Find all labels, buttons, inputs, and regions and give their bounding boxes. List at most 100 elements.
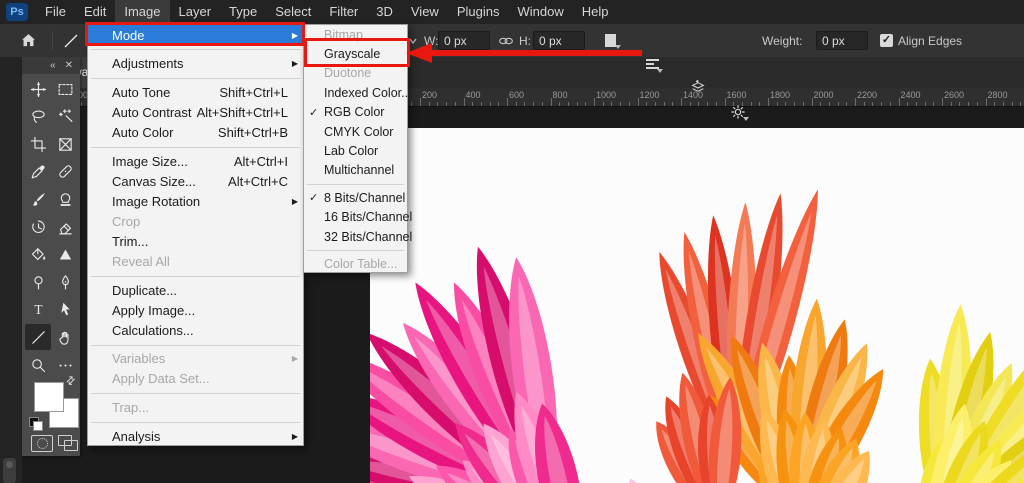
active-tool-button[interactable] — [62, 24, 80, 57]
options-separator — [52, 31, 53, 50]
shape-tool[interactable] — [52, 242, 78, 268]
line-tool[interactable] — [25, 324, 51, 350]
image-menu-item-label: Apply Image... — [112, 303, 195, 318]
menubar-item-layer[interactable]: Layer — [170, 0, 221, 24]
annotation-box-grayscale — [304, 38, 410, 67]
menubar-item-window[interactable]: Window — [508, 0, 572, 24]
menubar-item-view[interactable]: View — [402, 0, 448, 24]
mode-submenu-item-rgb-color[interactable]: ✓RGB Color — [304, 103, 407, 122]
move-tool[interactable] — [25, 76, 51, 102]
lasso-tool[interactable] — [25, 104, 51, 130]
image-menu-item-auto-tone[interactable]: Auto ToneShift+Ctrl+L — [88, 83, 303, 103]
path-selection-tool[interactable] — [52, 297, 78, 323]
image-menu-item-trim[interactable]: Trim... — [88, 231, 303, 251]
image-menu-item-apply-data-set: Apply Data Set... — [88, 369, 303, 389]
photoshop-logo: Ps — [6, 3, 28, 21]
mode-submenu-item-16-bits-channel[interactable]: 16 Bits/Channel — [304, 208, 407, 227]
path-arrangement-button[interactable] — [686, 76, 710, 100]
image-menu-separator — [88, 143, 303, 152]
eraser-tool[interactable] — [52, 214, 78, 240]
quick-mask-button[interactable] — [31, 435, 53, 452]
shortcut-label: Shift+Ctrl+B — [218, 125, 298, 140]
healing-brush-tool[interactable] — [52, 159, 78, 185]
image-menu-item-apply-image[interactable]: Apply Image... — [88, 300, 303, 320]
dodge-tool[interactable] — [25, 269, 51, 295]
magic-wand-tool[interactable] — [52, 104, 78, 130]
image-menu-item-adjustments[interactable]: Adjustments ▶ — [88, 54, 303, 74]
chain-link-icon — [498, 33, 514, 49]
submenu-arrow-icon: ▶ — [289, 432, 298, 441]
image-menu-item-label: Auto Color — [112, 125, 173, 140]
default-colors-icon[interactable] — [29, 417, 43, 431]
menubar-item-filter[interactable]: Filter — [320, 0, 367, 24]
marquee-tool[interactable] — [52, 76, 78, 102]
menubar-item-select[interactable]: Select — [266, 0, 320, 24]
mode-submenu-item-32-bits-channel[interactable]: 32 Bits/Channel — [304, 227, 407, 246]
weight-label: Weight: — [762, 24, 802, 57]
image-menu-item-label: Canvas Size... — [112, 174, 196, 189]
mode-submenu-item-lab-color[interactable]: Lab Color — [304, 141, 407, 160]
foreground-color-swatch[interactable] — [34, 382, 64, 412]
type-tool[interactable]: T — [25, 297, 51, 323]
menubar-item-image[interactable]: Image — [115, 0, 169, 24]
mode-submenu-item-label: CMYK Color — [324, 125, 393, 139]
pen-tool[interactable] — [52, 269, 78, 295]
image-menu-separator — [88, 45, 303, 54]
move-tool-icon — [30, 81, 47, 98]
image-menu-item-duplicate[interactable]: Duplicate... — [88, 280, 303, 300]
stroke-options-button[interactable] — [598, 28, 622, 52]
crop-tool[interactable] — [25, 131, 51, 157]
submenu-arrow-icon: ▶ — [289, 354, 298, 363]
history-brush-tool[interactable] — [25, 214, 51, 240]
eyedropper-tool-icon — [30, 163, 47, 180]
layers-plus-icon — [690, 80, 706, 96]
width-input[interactable]: 0 px — [438, 31, 490, 50]
zoom-tool[interactable] — [25, 352, 51, 378]
image-menu-item-canvas-size[interactable]: Canvas Size...Alt+Ctrl+C — [88, 171, 303, 191]
image-menu-item-image-size[interactable]: Image Size...Alt+Ctrl+I — [88, 151, 303, 171]
edit-toolbar[interactable] — [52, 352, 78, 378]
menubar-item-plugins[interactable]: Plugins — [448, 0, 509, 24]
close-panel-icon[interactable]: ✕ — [65, 60, 73, 71]
mode-submenu-item-indexed-color[interactable]: Indexed Color... — [304, 83, 407, 102]
shape-settings-button[interactable] — [726, 100, 750, 124]
home-button[interactable] — [20, 24, 37, 57]
eyedropper-tool[interactable] — [25, 159, 51, 185]
mode-submenu-item-label: Multichannel — [324, 163, 394, 177]
image-menu-item-crop: Crop — [88, 211, 303, 231]
mode-submenu-item-cmyk-color[interactable]: CMYK Color — [304, 122, 407, 141]
submenu-arrow-icon: ▶ — [289, 59, 298, 68]
menubar-item-help[interactable]: Help — [573, 0, 618, 24]
image-menu-item-auto-contrast[interactable]: Auto ContrastAlt+Shift+Ctrl+L — [88, 103, 303, 123]
canvas — [370, 128, 1024, 483]
image-menu-item-image-rotation[interactable]: Image Rotation▶ — [88, 191, 303, 211]
paint-bucket-tool[interactable] — [25, 242, 51, 268]
screen-mode-button[interactable] — [58, 435, 78, 450]
image-menu-item-analysis[interactable]: Analysis▶ — [88, 427, 303, 447]
mode-submenu-item-multichannel[interactable]: Multichannel — [304, 161, 407, 180]
hand-tool[interactable] — [52, 324, 78, 350]
weight-input[interactable]: 0 px — [816, 31, 868, 50]
path-alignment-button[interactable] — [640, 52, 664, 76]
brush-tool[interactable] — [25, 186, 51, 212]
menubar-item-file[interactable]: File — [36, 0, 75, 24]
dock-handle[interactable] — [3, 458, 16, 483]
menubar-item-edit[interactable]: Edit — [75, 0, 115, 24]
align-edges-checkbox[interactable]: ✓ — [880, 24, 893, 57]
image-menu-item-auto-color[interactable]: Auto Color Shift+Ctrl+B — [88, 123, 303, 143]
image-menu-item-label: Crop — [112, 214, 140, 229]
frame-tool[interactable] — [52, 131, 78, 157]
type-tool-icon: T — [30, 301, 47, 318]
menubar-item-type[interactable]: Type — [220, 0, 266, 24]
height-input[interactable]: 0 px — [533, 31, 585, 50]
collapse-panel-icon[interactable]: « — [50, 60, 56, 71]
image-menu-item-calculations[interactable]: Calculations... — [88, 320, 303, 340]
ruler-label: 200 — [422, 90, 437, 100]
ruler-label: 2800 — [988, 90, 1008, 100]
clone-stamp-tool[interactable] — [52, 186, 78, 212]
image-menu-item-label: Adjustments — [112, 56, 184, 71]
mode-submenu-item-8-bits-channel[interactable]: ✓8 Bits/Channel — [304, 188, 407, 207]
frame-tool-icon — [57, 136, 74, 153]
menubar-item-3d[interactable]: 3D — [367, 0, 402, 24]
tools-panel-header: « ✕ — [22, 56, 80, 74]
